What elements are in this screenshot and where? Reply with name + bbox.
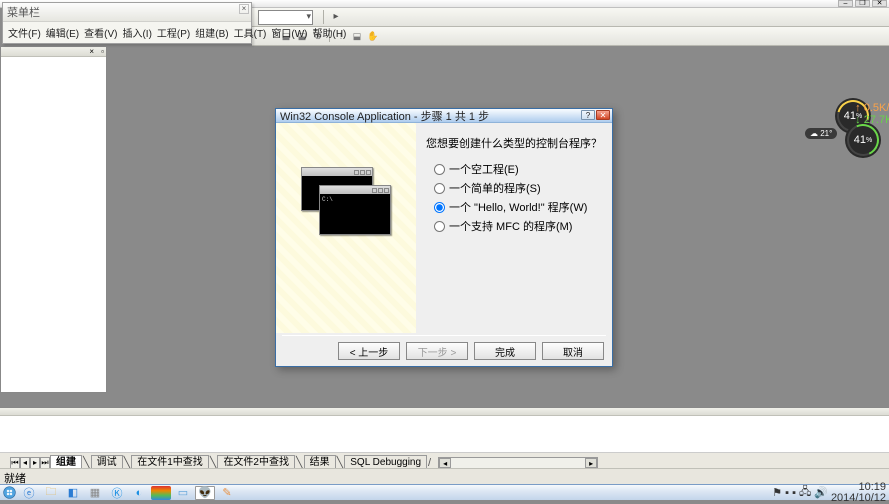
tray-volume-icon[interactable]: 🔊 <box>814 486 828 499</box>
dialog-help-button[interactable]: ? <box>581 110 595 120</box>
task-app-icon[interactable]: ◧ <box>63 486 83 500</box>
option-empty-project[interactable]: 一个空工程(E) <box>434 161 602 177</box>
statusbar: 就绪 <box>0 468 889 484</box>
radio-hello[interactable] <box>434 202 445 213</box>
menu-file[interactable]: 文件(F) <box>6 24 43 41</box>
tray-network-icon[interactable]: 🖧 <box>799 483 811 502</box>
tool-debug-icon[interactable]: ⬓ <box>350 29 364 43</box>
task-app-icon[interactable]: ✎ <box>217 486 237 500</box>
mem-gauge[interactable]: 41% <box>845 122 881 158</box>
menubar-title-text: 菜单栏 <box>7 7 40 19</box>
task-app-icon[interactable] <box>151 486 171 500</box>
tool-go-icon[interactable]: ▸ <box>329 10 343 24</box>
net-upload: ↑ 0.5K/s <box>855 102 889 114</box>
menu-insert[interactable]: 插入(I) <box>120 24 153 41</box>
cancel-button[interactable]: 取消 <box>542 342 604 360</box>
menu-window[interactable]: 窗口(W) <box>269 24 309 41</box>
scroll-right-icon[interactable]: ▸ <box>585 458 597 468</box>
output-panel: ⏮ ◂ ▸ ⏭ 组建 ╲ 调试 ╲ 在文件1中查找 ╲ 在文件2中查找 ╲ 结果… <box>0 407 889 468</box>
finish-button[interactable]: 完成 <box>474 342 536 360</box>
taskbar-clock[interactable]: 10:19 2014/10/12 <box>831 482 886 504</box>
system-monitor-widget[interactable]: 41% 41% ↑ 0.5K/s ↓ 27.7K/s ☁ 21° <box>835 98 871 134</box>
menu-build[interactable]: 组建(B) <box>193 24 230 41</box>
task-kugou-icon[interactable]: Ⓚ <box>107 486 127 500</box>
tray-icon[interactable]: ▪ <box>792 487 796 499</box>
scroll-left-icon[interactable]: ◂ <box>439 458 451 468</box>
menubar-close-icon[interactable]: × <box>239 4 249 14</box>
wizard-dialog: Win32 Console Application - 步骤 1 共 1 步 ?… <box>275 108 613 367</box>
dialog-titlebar[interactable]: Win32 Console Application - 步骤 1 共 1 步 ?… <box>276 109 612 123</box>
menu-project[interactable]: 工程(P) <box>155 24 192 41</box>
back-button[interactable]: < 上一步 <box>338 342 400 360</box>
wizard-preview-pane: C:\ <box>276 123 416 333</box>
close-button[interactable]: ✕ <box>872 0 887 7</box>
menu-edit[interactable]: 编辑(E) <box>44 24 81 41</box>
taskbar[interactable]: ⓔ 🗀 ◧ ▦ Ⓚ ◐ ▭ 👽 ✎ ⚑ ▪ ▪ 🖧 🔊 10:19 2014/1… <box>0 484 889 500</box>
radio-mfc[interactable] <box>434 221 445 232</box>
system-tray[interactable]: ⚑ ▪ ▪ 🖧 🔊 10:19 2014/10/12 <box>772 482 889 504</box>
workspace-panel: × ▫ <box>0 46 107 393</box>
menu-tools[interactable]: 工具(T) <box>232 24 269 41</box>
task-app-icon[interactable]: ▭ <box>173 486 193 500</box>
wizard-question: 您想要创建什么类型的控制台程序？ <box>426 135 602 151</box>
config-combo[interactable] <box>258 10 313 25</box>
radio-simple[interactable] <box>434 183 445 194</box>
task-ie-icon[interactable]: ⓔ <box>19 486 39 500</box>
tab-find2[interactable]: 在文件2中查找 <box>217 455 295 469</box>
option-mfc-support[interactable]: 一个支持 MFC 的程序(M) <box>434 218 602 234</box>
menubar-title[interactable]: 菜单栏 × <box>3 3 251 22</box>
task-app-icon[interactable]: 👽 <box>195 486 215 500</box>
radio-empty[interactable] <box>434 164 445 175</box>
tray-icon[interactable]: ▪ <box>785 487 789 499</box>
tab-find1[interactable]: 在文件1中查找 <box>131 455 209 469</box>
console-preview-window: C:\ <box>319 185 391 235</box>
tab-build[interactable]: 组建 <box>50 455 82 469</box>
next-button: 下一步 > <box>406 342 468 360</box>
task-app-icon[interactable]: ◐ <box>129 486 149 500</box>
tray-flag-icon[interactable]: ⚑ <box>772 486 782 499</box>
panel-close-icon[interactable]: × <box>89 47 94 56</box>
option-simple-program[interactable]: 一个简单的程序(S) <box>434 180 602 196</box>
dialog-title-text: Win32 Console Application - 步骤 1 共 1 步 <box>280 108 489 124</box>
menubar-toolbar[interactable]: 菜单栏 × 文件(F) 编辑(E) 查看(V) 插入(I) 工程(P) 组建(B… <box>2 2 252 44</box>
maximize-button[interactable]: ❐ <box>855 0 870 7</box>
tool-break-icon[interactable]: ✋ <box>366 29 380 43</box>
tab-sql[interactable]: SQL Debugging <box>344 455 427 469</box>
menu-view[interactable]: 查看(V) <box>82 24 119 41</box>
tab-results[interactable]: 结果 <box>304 455 336 469</box>
net-download: ↓ 27.7K/s <box>855 114 889 126</box>
tab-debug[interactable]: 调试 <box>91 455 123 469</box>
weather-badge[interactable]: ☁ 21° <box>805 128 837 139</box>
output-content[interactable] <box>0 416 889 453</box>
task-app-icon[interactable]: ▦ <box>85 486 105 500</box>
option-hello-world[interactable]: 一个 "Hello, World!" 程序(W) <box>434 199 602 215</box>
start-button[interactable] <box>0 485 18 501</box>
minimize-button[interactable]: – <box>838 0 853 7</box>
task-explorer-icon[interactable]: 🗀 <box>41 486 61 500</box>
menu-help[interactable]: 帮助(H) <box>311 24 349 41</box>
panel-pin-icon[interactable]: ▫ <box>101 47 104 56</box>
dialog-close-button[interactable]: ✕ <box>596 110 610 120</box>
